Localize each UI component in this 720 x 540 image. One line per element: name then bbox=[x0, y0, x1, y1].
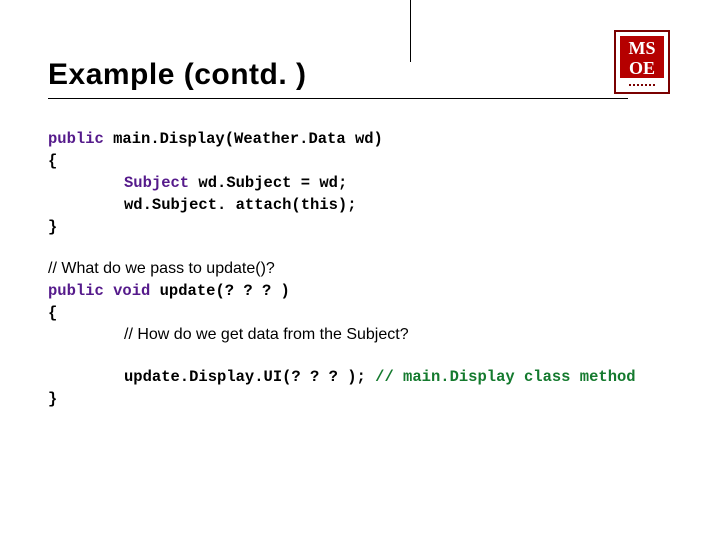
comment-line: // How do we get data from the Subject? bbox=[48, 324, 680, 346]
slide-title: Example (contd. ) bbox=[48, 58, 307, 92]
blank-line bbox=[48, 346, 680, 366]
comment-line: // What do we pass to update()? bbox=[48, 258, 680, 280]
title-underline bbox=[48, 98, 628, 99]
code-line: } bbox=[48, 388, 680, 410]
code-line: public void update(? ? ? ) bbox=[48, 280, 680, 302]
code-text: wd.Subject = wd; bbox=[189, 174, 347, 192]
code-line: } bbox=[48, 216, 680, 238]
code-line: Subject wd.Subject = wd; bbox=[48, 172, 680, 194]
msoe-logo: MS OE bbox=[614, 30, 670, 94]
code-block: public main.Display(Weather.Data wd) { S… bbox=[48, 128, 680, 410]
comment-inline: // main.Display class method bbox=[375, 368, 635, 386]
code-line: wd.Subject. attach(this); bbox=[48, 194, 680, 216]
logo-dots bbox=[620, 80, 664, 90]
divider-vertical bbox=[410, 0, 411, 62]
code-text: update(? ? ? ) bbox=[150, 282, 290, 300]
code-line: { bbox=[48, 150, 680, 172]
blank-line bbox=[48, 238, 680, 258]
logo-text: MS OE bbox=[620, 36, 664, 78]
code-text: update.Display.UI(? ? ? ); bbox=[124, 368, 375, 386]
logo-line1: MS bbox=[620, 38, 664, 58]
code-text: main.Display(Weather.Data wd) bbox=[104, 130, 383, 148]
keyword: Subject bbox=[124, 174, 189, 192]
keyword: public bbox=[48, 130, 104, 148]
code-line: update.Display.UI(? ? ? ); // main.Displ… bbox=[48, 366, 680, 388]
code-line: { bbox=[48, 302, 680, 324]
logo-line2: OE bbox=[620, 58, 664, 78]
code-line: public main.Display(Weather.Data wd) bbox=[48, 128, 680, 150]
keyword: public void bbox=[48, 282, 150, 300]
